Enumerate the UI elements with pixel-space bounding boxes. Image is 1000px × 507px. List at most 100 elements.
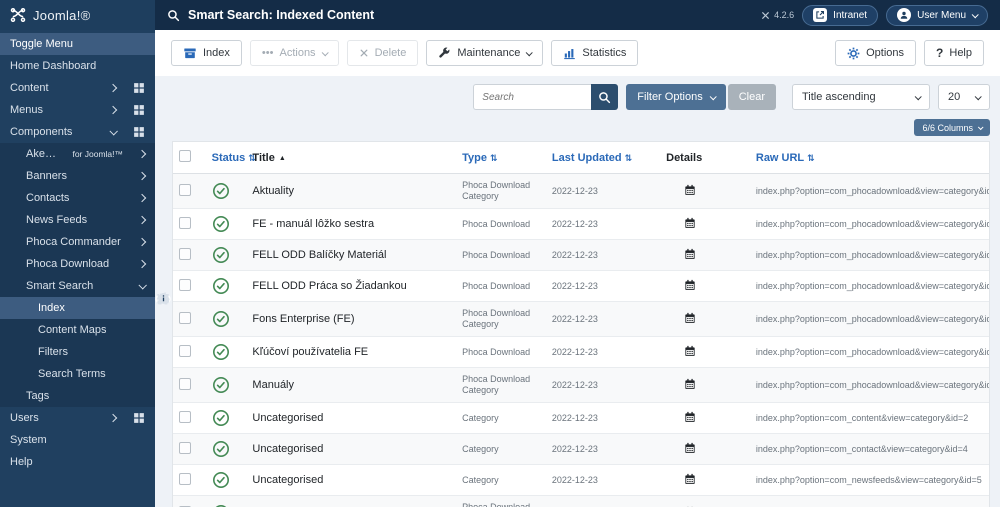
details-calendar-icon[interactable] — [684, 184, 696, 196]
options-button[interactable]: Options — [835, 40, 917, 66]
status-published-icon[interactable] — [212, 343, 230, 361]
sidebar-item-home-dashboard[interactable]: Home Dashboard — [0, 55, 170, 304]
item-title-link[interactable]: Fons Enterprise (FE) — [252, 313, 354, 325]
details-calendar-icon[interactable] — [684, 345, 696, 357]
grid-icon — [133, 412, 145, 424]
table-row: Uncategorised Category 2022-12-23 index.php… — [173, 402, 989, 434]
item-title-link[interactable]: Uncategorised — [252, 412, 323, 424]
item-title-link[interactable]: Uncategorised — [252, 443, 323, 455]
sidebar-item-help[interactable]: Help — [0, 293, 169, 473]
sidebar-item-contacts[interactable]: Contacts — [0, 187, 155, 209]
details-calendar-icon[interactable] — [684, 312, 696, 324]
item-type: Phoca Download — [456, 336, 546, 368]
sidebar-item-index[interactable]: Index — [0, 297, 155, 319]
button-label: Delete — [374, 47, 407, 59]
select-all-checkbox[interactable] — [179, 150, 191, 162]
sidebar-item-toggle-menu[interactable]: Toggle Menu — [0, 33, 171, 304]
status-published-icon[interactable] — [212, 440, 230, 458]
sort-select[interactable]: Title ascending — [792, 84, 930, 110]
item-title-link[interactable]: FELL ODD Práca so Žiadankou — [252, 280, 406, 292]
row-checkbox[interactable] — [179, 247, 191, 260]
status-published-icon[interactable] — [212, 277, 230, 295]
row-checkbox[interactable] — [179, 377, 191, 390]
clear-button[interactable]: Clear — [727, 84, 776, 110]
columns-button[interactable]: 6/6 Columns — [914, 119, 990, 136]
details-calendar-icon[interactable] — [684, 217, 696, 229]
sidebar-item-components[interactable]: Components — [0, 121, 170, 304]
status-published-icon[interactable] — [212, 246, 230, 264]
table-row: FELL ODD Práca so Žiadankou Phoca Downloa… — [173, 270, 989, 302]
status-published-icon[interactable] — [212, 471, 230, 489]
details-calendar-icon[interactable] — [684, 442, 696, 454]
search-input[interactable] — [473, 84, 592, 110]
sidebar-item-content[interactable]: Content — [0, 77, 167, 304]
column-header-status[interactable]: Status ⇅ — [205, 142, 256, 174]
user-menu-button[interactable]: User Menu — [886, 4, 988, 26]
grid-icon — [133, 82, 145, 94]
status-published-icon[interactable] — [212, 310, 230, 328]
row-checkbox[interactable] — [179, 183, 191, 196]
status-published-icon[interactable] — [212, 409, 230, 427]
details-calendar-icon[interactable] — [684, 378, 696, 390]
item-title-link[interactable]: Manuály — [252, 379, 294, 391]
column-header-last-updated[interactable]: Last Updated ⇅ — [545, 142, 661, 174]
button-label: Index — [203, 47, 230, 59]
row-checkbox[interactable] — [179, 410, 191, 423]
details-calendar-icon[interactable] — [684, 248, 696, 260]
item-title-link[interactable]: Kľúčoví používatelia FE — [252, 346, 368, 358]
item-title-link[interactable]: Uncategorised — [252, 474, 323, 486]
column-header-raw-url[interactable]: Raw URL ⇅ — [749, 142, 989, 174]
status-published-icon[interactable] — [212, 215, 230, 233]
chevron-right-icon — [137, 259, 147, 269]
sidebar-item-phoca-commander[interactable]: Phoca Commander — [0, 231, 155, 253]
item-type: Phoca Download — [456, 239, 546, 271]
column-header-type[interactable]: Type ⇅ — [456, 142, 546, 174]
sidebar-item-news-feeds[interactable]: News Feeds — [0, 209, 155, 231]
sidebar-item-users[interactable]: Users — [0, 294, 169, 429]
delete-button[interactable]: Delete — [346, 40, 419, 66]
sidebar-item-label: Akeeba Backup — [26, 148, 62, 160]
actions-button[interactable]: ••• Actions — [249, 40, 339, 66]
items-per-page-select[interactable]: 20 — [938, 84, 990, 110]
row-checkbox[interactable] — [179, 278, 191, 291]
details-calendar-icon[interactable] — [684, 411, 696, 423]
sidebar-item-menus[interactable]: Menus — [0, 99, 169, 304]
row-checkbox[interactable] — [179, 216, 191, 229]
sidebar-item-smart-search[interactable]: Smart Search — [0, 275, 155, 297]
page-title: Smart Search: Indexed Content — [188, 8, 375, 22]
intranet-button[interactable]: Intranet — [802, 4, 879, 26]
sidebar-item-search-terms[interactable]: Search Terms — [0, 363, 155, 385]
item-title-link[interactable]: FE - manuál lôžko sestra — [252, 218, 374, 230]
details-calendar-icon[interactable] — [684, 473, 696, 485]
status-published-icon[interactable] — [212, 376, 230, 394]
statistics-button[interactable]: Statistics — [551, 40, 639, 66]
filter-options-button[interactable]: Filter Options — [626, 84, 726, 110]
chevron-right-icon — [137, 193, 147, 203]
sidebar-item-content-maps[interactable]: Content Maps — [0, 319, 155, 341]
sidebar-item-phoca-download[interactable]: Phoca Download — [0, 253, 155, 275]
item-title-link[interactable]: Aktuality — [252, 185, 294, 197]
sidebar-item-akeeba-backup[interactable]: Akeeba Backup for Joomla!™ — [0, 143, 155, 165]
sidebar-item-system[interactable]: System — [0, 292, 168, 451]
column-header-title[interactable]: Title ▲ — [246, 142, 457, 174]
joomla-version-icon — [761, 11, 770, 20]
item-raw-url: index.php?option=com_phocadownload&view=… — [749, 270, 989, 302]
row-checkbox[interactable] — [179, 311, 191, 324]
status-published-icon[interactable] — [212, 182, 230, 200]
row-checkbox[interactable] — [179, 441, 191, 454]
search-button[interactable] — [591, 84, 619, 110]
item-title-link[interactable]: FELL ODD Balíčky Materiál — [252, 249, 386, 261]
version-label: 4.2.6 — [761, 10, 794, 20]
row-checkbox[interactable] — [179, 344, 191, 357]
maintenance-button[interactable]: Maintenance — [426, 40, 544, 66]
sidebar-item-banners[interactable]: Banners — [0, 165, 155, 187]
chevron-down-icon — [977, 123, 984, 130]
sidebar-item-tags[interactable]: Tags — [0, 385, 155, 407]
item-type: Phoca Download — [456, 270, 546, 302]
details-calendar-icon[interactable] — [684, 279, 696, 291]
sidebar-item-filters[interactable]: Filters — [0, 341, 155, 363]
index-button[interactable]: Index — [171, 40, 242, 66]
item-type: Phoca Download Category — [456, 495, 546, 507]
help-button[interactable]: ? Help — [924, 40, 984, 66]
row-checkbox[interactable] — [179, 472, 191, 485]
